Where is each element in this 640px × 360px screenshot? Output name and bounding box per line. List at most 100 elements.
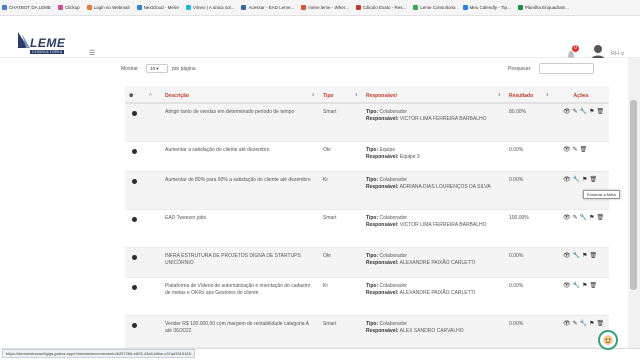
hamburger-menu-icon[interactable]: ☰ [89, 50, 95, 57]
header-tipo[interactable]: Tipo ⇕ [319, 86, 362, 102]
bookmark-item[interactable]: Login no Webmail [86, 5, 130, 10]
bookmark-item[interactable]: CHATBOT DA LEME [2, 5, 51, 10]
user-menu[interactable]: RH ∨ [611, 51, 625, 57]
sort-icon: ⇕ [497, 92, 501, 97]
status-dot-icon [132, 179, 137, 184]
responsavel-label: Responsável: [366, 153, 399, 160]
responsavel-cell: Tipo: Colaborador Responsável: ALEXANDRE … [362, 248, 505, 277]
edit-icon[interactable]: ✎ [573, 321, 578, 328]
tipo-label: Tipo: [366, 147, 379, 153]
bookmark-item[interactable]: meire.leme - Wher... [301, 5, 349, 10]
flag-icon[interactable]: ⚑ [582, 253, 587, 260]
trash-icon[interactable]: 🗑 [590, 283, 598, 290]
header-responsavel[interactable]: Responsável ⇕ [362, 86, 505, 102]
wrench-icon[interactable]: 🔧 [573, 253, 580, 260]
trash-icon[interactable]: 🗑 [597, 109, 605, 116]
wrench-icon[interactable]: 🔧 [580, 215, 587, 222]
tipo-value: Colaborador [379, 321, 408, 327]
bookmark-item[interactable]: Acessar - EAD Leme... [241, 5, 294, 10]
header-sort[interactable]: ^ [145, 86, 161, 102]
responsavel-value: ALEXANDRE PAIXÃO CARLETTI [399, 289, 476, 296]
bookmark-label: Meu Calendly - Tip... [469, 5, 511, 10]
eye-icon[interactable]: 👁 [563, 215, 571, 222]
status-cell [125, 104, 145, 141]
edit-icon[interactable]: ✎ [573, 147, 578, 154]
table-row: INFRA ESTRUTURA DE PROJETOS DIGNA DE STA… [125, 248, 609, 278]
eye-icon[interactable]: 👁 [563, 253, 571, 260]
per-page-label: por página [172, 66, 196, 72]
bookmark-item[interactable]: Nextcloud - Meire [136, 5, 179, 10]
responsavel-label: Responsável: [366, 289, 399, 296]
bookmark-item[interactable]: Meu Calendly - Tip... [462, 5, 511, 10]
tipo-label: Tipo: [366, 215, 379, 221]
metas-table: ⚉ ^ Descrição ⇕ Tipo ⇕ Responsável ⇕ Result… [125, 86, 609, 348]
scrollbar-thumb[interactable] [630, 100, 637, 290]
header-descricao[interactable]: Descrição ⇕ [161, 86, 319, 102]
bookmark-favicon-icon [2, 5, 7, 10]
responsavel-label: Responsável: [366, 327, 399, 334]
status-cell [125, 248, 145, 277]
help-chat-icon[interactable] [598, 330, 618, 350]
responsavel-label: Responsável: [366, 115, 399, 122]
edit-icon[interactable]: ✎ [573, 215, 578, 222]
wrench-icon[interactable]: 🔧 [573, 283, 580, 290]
responsavel-cell: Tipo: Equipe Responsável: Equipe 3 [362, 142, 505, 171]
bookmark-item[interactable]: Clickup [57, 5, 80, 10]
responsavel-label: Responsável: [366, 183, 399, 190]
bookmark-item[interactable]: Leme Consultoria [413, 5, 456, 10]
edit-icon[interactable]: ✎ [573, 109, 578, 116]
flag-icon[interactable]: ⚑ [589, 321, 594, 328]
header-resultado[interactable]: Resultado ⇕ [505, 86, 553, 102]
eye-icon[interactable]: 👁 [563, 283, 571, 290]
tipo-cell: Smart [323, 109, 337, 115]
wrench-icon[interactable]: 🔧 [580, 109, 587, 116]
blank-cell [145, 104, 161, 141]
bookmark-label: Nextcloud - Meire [143, 5, 179, 10]
tipo-label: Tipo: [366, 253, 379, 259]
page-length-value: 10 [150, 66, 156, 71]
flag-icon[interactable]: ⚑ [582, 283, 587, 290]
status-dot-icon [132, 285, 137, 290]
search-label: Pesquisar: [508, 66, 532, 72]
responsavel-label: Responsável: [366, 221, 399, 228]
eye-icon[interactable]: 👁 [563, 147, 571, 154]
bookmark-item[interactable]: Planilha Enquadram... [517, 5, 569, 10]
flag-icon[interactable]: ⚑ [589, 109, 594, 116]
resultado-cell: 0.00% [509, 177, 524, 183]
header-status[interactable]: ⚉ [125, 86, 145, 102]
tipo-value: Colaborador [379, 215, 408, 221]
action-icons: 👁 ✎ 🔧 ⚑ 🗑 [557, 215, 605, 222]
trash-icon[interactable]: 🗑 [590, 177, 598, 184]
trash-icon[interactable]: 🗑 [580, 147, 588, 154]
descricao-cell: Plataforma de Vídeos de automatização e … [165, 283, 311, 296]
action-icons: 👁 ✎ 🔧 ⚑ 🗑 [557, 321, 605, 328]
trash-icon[interactable]: 🗑 [597, 215, 605, 222]
bookmark-label: Leme Consultoria [420, 5, 456, 10]
tipo-value: Equipe [379, 147, 396, 153]
search-input[interactable] [539, 63, 594, 74]
status-icon: ⚉ [129, 93, 134, 99]
status-dot-icon [132, 255, 137, 260]
page-length-select[interactable]: 10 ▾ [146, 64, 168, 73]
flag-icon[interactable]: ⚑ [589, 215, 594, 222]
header-acoes: Ações [553, 86, 609, 102]
eye-icon[interactable]: 👁 [563, 321, 571, 328]
bookmark-item[interactable]: Vimeo | A única sol... [185, 5, 234, 10]
trash-icon[interactable]: 🗑 [590, 253, 598, 260]
bookmark-favicon-icon [413, 5, 419, 10]
trash-icon[interactable]: 🗑 [597, 321, 605, 328]
table-row: Vender R$ 100.000,00 com margem de renta… [125, 316, 609, 348]
blank-cell [145, 316, 161, 347]
eye-icon[interactable]: 👁 [563, 109, 571, 116]
resultado-cell: 0.00% [509, 147, 524, 153]
eye-icon[interactable]: 👁 [563, 177, 571, 184]
header-tipo-label: Tipo [323, 93, 334, 99]
wrench-icon[interactable]: 🔧 [573, 177, 580, 184]
wrench-icon[interactable]: 🔧 [580, 321, 587, 328]
logo-subtitle: CONSULTORIA [30, 50, 65, 54]
bookmark-item[interactable]: Cálculo Exato - Res... [355, 5, 407, 10]
bookmark-label: Cálculo Exato - Res... [362, 5, 407, 10]
tipo-value: Colaborador [379, 253, 408, 259]
blank-cell [145, 210, 161, 247]
flag-icon[interactable]: ⚑ [582, 177, 587, 184]
